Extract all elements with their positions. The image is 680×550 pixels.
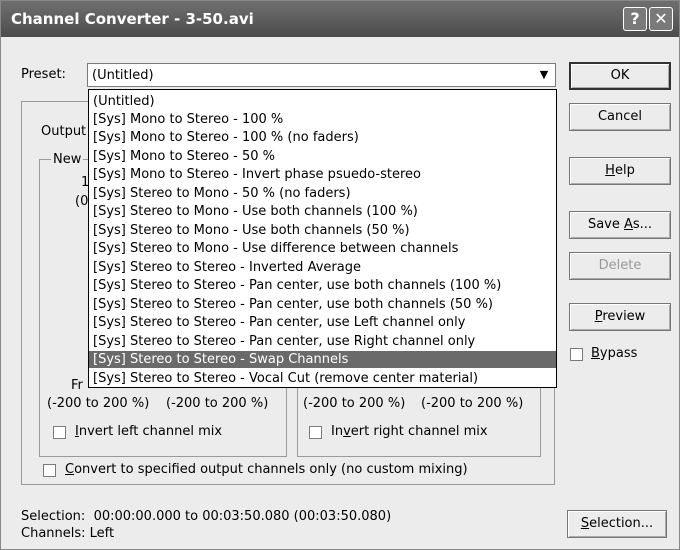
preset-option[interactable]: [Sys] Mono to Stereo - 50 % — [93, 148, 275, 165]
preset-selected-value: (Untitled) — [92, 68, 154, 83]
preset-option[interactable]: [Sys] Stereo to Stereo - Vocal Cut (remo… — [93, 370, 478, 387]
preset-option[interactable]: [Sys] Mono to Stereo - 100 % — [93, 111, 283, 128]
output-label-fragment: Output — [41, 124, 87, 139]
help-button[interactable]: Help — [569, 157, 671, 185]
preset-option[interactable]: [Sys] Stereo to Stereo - Pan center, use… — [93, 296, 493, 313]
close-icon[interactable]: ✕ — [649, 7, 673, 31]
from-label-fragment: Fr — [71, 378, 83, 393]
new-group-label-fragment: New — [51, 152, 84, 167]
save-as-button[interactable]: Save As... — [569, 211, 671, 239]
convert-only-checkbox[interactable] — [43, 464, 56, 477]
convert-only-label: Convert to specified output channels onl… — [65, 462, 468, 477]
preset-option[interactable]: [Sys] Mono to Stereo - 100 % (no faders) — [93, 129, 359, 146]
value-fragment-2: (0 — [75, 194, 89, 209]
title-bar[interactable]: Channel Converter - 3-50.avi ? ✕ — [1, 1, 679, 37]
selection-button[interactable]: Selection... — [567, 510, 667, 538]
preset-option[interactable]: [Sys] Stereo to Stereo - Pan center, use… — [93, 277, 501, 294]
left-range-2: (-200 to 200 %) — [166, 396, 269, 411]
preset-option[interactable]: [Sys] Mono to Stereo - Invert phase psue… — [93, 166, 421, 183]
preset-option-highlighted[interactable]: [Sys] Stereo to Stereo - Swap Channels — [89, 351, 556, 368]
preset-option[interactable]: [Sys] Stereo to Mono - Use both channels… — [93, 222, 410, 239]
invert-left-checkbox[interactable] — [53, 426, 66, 439]
chevron-down-icon[interactable]: ▼ — [534, 65, 554, 85]
right-range-1: (-200 to 200 %) — [303, 396, 406, 411]
preset-option[interactable]: [Sys] Stereo to Mono - Use both channels… — [93, 203, 418, 220]
preset-combobox[interactable]: (Untitled) ▼ — [87, 63, 556, 87]
dialog-title: Channel Converter - 3-50.avi — [11, 10, 254, 28]
ok-button[interactable]: OK — [569, 62, 671, 90]
invert-right-checkbox[interactable] — [309, 426, 322, 439]
invert-right-label: Invert right channel mix — [331, 424, 488, 439]
cancel-button[interactable]: Cancel — [569, 103, 671, 131]
preview-button[interactable]: Preview — [569, 303, 671, 331]
preset-option[interactable]: [Sys] Stereo to Mono - Use difference be… — [93, 240, 458, 257]
preset-option[interactable]: [Sys] Stereo to Stereo - Inverted Averag… — [93, 259, 361, 276]
status-selection: Selection: 00:00:00.000 to 00:03:50.080 … — [21, 509, 392, 524]
status-channels: Channels: Left — [21, 526, 115, 541]
left-range-1: (-200 to 200 %) — [47, 396, 150, 411]
preset-option[interactable]: [Sys] Stereo to Mono - 50 % (no faders) — [93, 185, 351, 202]
preset-option[interactable]: (Untitled) — [93, 93, 155, 110]
help-question-icon[interactable]: ? — [623, 7, 647, 31]
delete-button[interactable]: Delete — [569, 252, 671, 280]
bypass-label: Bypass — [591, 346, 638, 361]
preset-option[interactable]: [Sys] Stereo to Stereo - Pan center, use… — [93, 333, 475, 350]
preset-option[interactable]: [Sys] Stereo to Stereo - Pan center, use… — [93, 314, 465, 331]
invert-left-label: Invert left channel mix — [75, 424, 223, 439]
right-range-2: (-200 to 200 %) — [421, 396, 524, 411]
channel-converter-dialog: Channel Converter - 3-50.avi ? ✕ Preset:… — [0, 0, 680, 550]
preset-label: Preset: — [21, 67, 66, 82]
bypass-checkbox[interactable] — [570, 348, 583, 361]
preset-dropdown-list[interactable]: (Untitled) [Sys] Mono to Stereo - 100 % … — [88, 89, 557, 388]
